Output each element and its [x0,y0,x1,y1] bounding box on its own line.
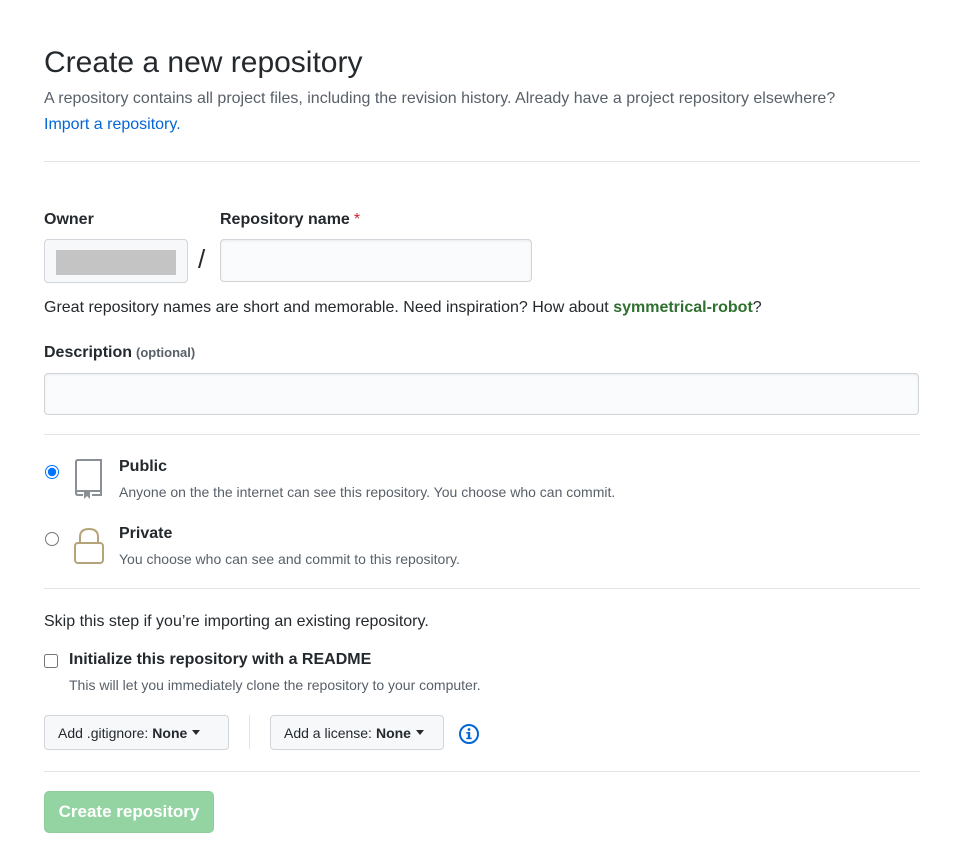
create-repository-button[interactable]: Create repository [44,791,214,833]
public-description: Anyone on the the internet can see this … [119,484,616,500]
repo-book-icon [72,458,106,500]
readme-checkbox[interactable] [44,654,58,668]
vertical-divider [249,715,250,749]
repo-name-label-text: Repository name [220,211,350,228]
import-repository-link[interactable]: Import a repository. [44,116,181,134]
info-icon[interactable] [458,723,480,745]
description-label: Description (optional) [44,344,195,362]
hint-text: Great repository names are short and mem… [44,299,614,316]
public-radio[interactable] [45,465,59,479]
readme-description: This will let you immediately clone the … [69,677,481,693]
description-input[interactable] [44,373,919,415]
private-title: Private [119,525,173,542]
gitignore-dropdown[interactable]: Add .gitignore: None [44,715,229,750]
private-description: You choose who can see and commit to thi… [119,551,460,567]
owner-repo-separator: / [198,244,206,274]
divider [44,771,920,772]
skip-step-text: Skip this step if you’re importing an ex… [44,613,429,630]
divider [44,434,920,435]
readme-label[interactable]: Initialize this repository with a README [69,651,371,669]
lock-icon [73,526,105,566]
description-label-text: Description [44,344,133,361]
page-subtitle: A repository contains all project files,… [44,90,836,107]
divider [44,161,920,162]
caret-down-icon [192,730,201,735]
repo-name-label: Repository name * [220,211,360,229]
page-title: Create a new repository [44,46,363,79]
divider [44,588,920,589]
license-dropdown[interactable]: Add a license: None [270,715,444,750]
public-title: Public [119,458,168,475]
gitignore-prefix: Add .gitignore: [58,724,149,741]
optional-marker: (optional) [136,345,196,360]
license-value: None [375,724,411,741]
caret-down-icon [415,730,424,735]
owner-select[interactable] [44,239,188,283]
name-suggestion[interactable]: symmetrical-robot [613,299,753,316]
repo-name-hint: Great repository names are short and mem… [44,299,762,317]
repo-name-input[interactable] [220,239,532,282]
hint-suffix: ? [752,299,762,316]
owner-label: Owner [44,211,94,228]
gitignore-value: None [152,724,188,741]
owner-name-redacted [56,250,176,275]
private-radio[interactable] [45,532,59,546]
required-marker: * [353,211,361,228]
license-prefix: Add a license: [284,724,372,741]
